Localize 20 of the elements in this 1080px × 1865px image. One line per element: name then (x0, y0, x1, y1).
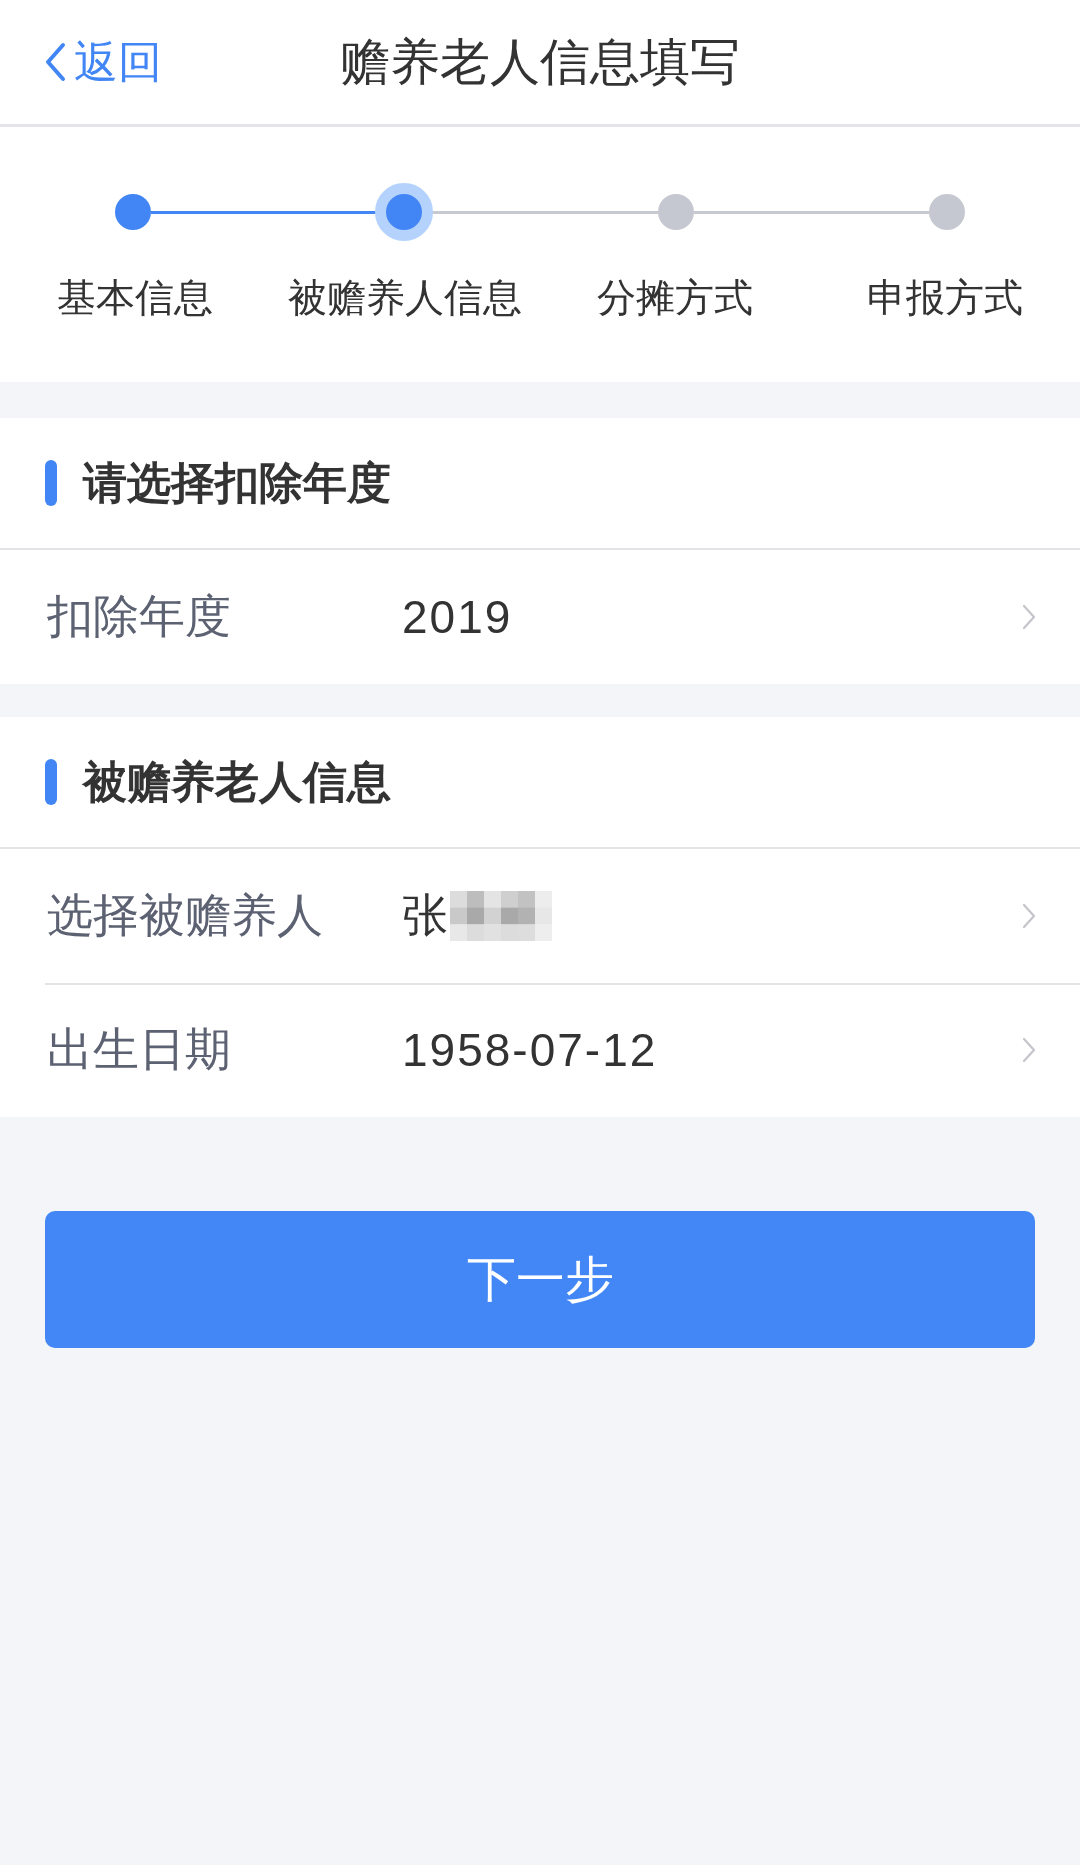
field-value[interactable]: 张 (402, 885, 450, 947)
chevron-right-icon[interactable] (1022, 1037, 1036, 1063)
accent-bar-icon (45, 460, 57, 506)
step-label: 基本信息 (57, 275, 213, 321)
chevron-right-icon[interactable] (1022, 903, 1036, 929)
back-button[interactable]: 返回 (44, 32, 162, 92)
field-value[interactable]: 2019 (402, 590, 513, 644)
section-title: 被赡养老人信息 (83, 755, 391, 808)
step-label: 被赡养人信息 (288, 275, 522, 321)
field-value[interactable]: 1958-07-12 (402, 1023, 658, 1077)
page-title: 赡养老人信息填写 (340, 32, 740, 92)
chevron-right-icon[interactable] (1022, 604, 1036, 630)
field-label: 选择被赡养人 (47, 888, 324, 943)
field-label: 出生日期 (47, 1022, 232, 1077)
chevron-left-icon (44, 42, 66, 82)
step-label: 分摊方式 (597, 275, 753, 321)
step-label: 申报方式 (867, 275, 1023, 321)
section-title: 请选择扣除年度 (83, 456, 391, 509)
field-label: 扣除年度 (47, 589, 232, 644)
accent-bar-icon (45, 759, 57, 805)
